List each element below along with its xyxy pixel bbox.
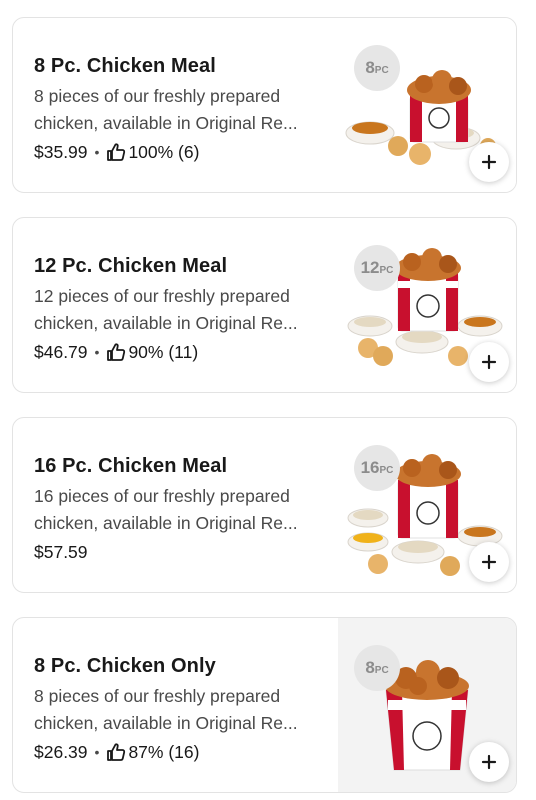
menu-item-text: 16 Pc. Chicken Meal 16 pieces of our fre… — [34, 452, 334, 565]
badge-number: 8 — [365, 658, 375, 677]
menu-item-text: 8 Pc. Chicken Meal 8 pieces of our fresh… — [34, 52, 334, 165]
add-to-cart-button[interactable] — [469, 742, 509, 782]
menu-item-description-line1: 12 pieces of our freshly prepared — [34, 286, 290, 306]
badge-number: 16 — [360, 458, 380, 477]
badge-unit: PC — [379, 464, 394, 476]
menu-item-description-line2: chicken, available in Original Re... — [34, 113, 298, 133]
badge-unit: PC — [379, 264, 394, 276]
menu-item-description-line2: chicken, available in Original Re... — [34, 513, 298, 533]
menu-item-text: 12 Pc. Chicken Meal 12 pieces of our fre… — [34, 252, 334, 365]
menu-item-price: $46.79 — [34, 342, 88, 362]
piece-count-badge: 12 PC — [354, 245, 400, 291]
menu-item-title: 12 Pc. Chicken Meal — [34, 255, 228, 277]
menu-item-description: 8 pieces of our freshly prepared chicken… — [34, 683, 334, 737]
menu-item-meta: $46.79 • 90% (11) — [34, 339, 334, 365]
menu-item-image: 8 PC — [338, 618, 516, 792]
menu-item-description: 16 pieces of our freshly prepared chicke… — [34, 483, 334, 537]
badge-number: 8 — [365, 58, 375, 77]
menu-item-image: 8 PC — [338, 18, 516, 192]
menu-item-meta: $35.99 • 100% (6) — [34, 139, 334, 165]
menu-item-description-line1: 8 pieces of our freshly prepared — [34, 86, 281, 106]
menu-item-image: 12 PC — [338, 218, 516, 392]
menu-item-title: 16 Pc. Chicken Meal — [34, 455, 228, 477]
piece-count-badge: 8 PC — [354, 645, 400, 691]
plus-icon — [481, 754, 497, 770]
menu-item-meta: $57.59 — [34, 539, 334, 565]
menu-item-description-line2: chicken, available in Original Re... — [34, 713, 298, 733]
menu-item-card[interactable]: 8 Pc. Chicken Meal 8 pieces of our fresh… — [12, 17, 517, 193]
menu-item-title: 8 Pc. Chicken Meal — [34, 55, 216, 77]
menu-item-image: 16 PC — [338, 418, 516, 592]
add-to-cart-button[interactable] — [469, 142, 509, 182]
menu-item-description: 8 pieces of our freshly prepared chicken… — [34, 83, 334, 137]
piece-count-badge: 8 PC — [354, 45, 400, 91]
menu-item-price: $35.99 — [34, 142, 88, 162]
separator-dot: • — [94, 144, 100, 160]
add-to-cart-button[interactable] — [469, 542, 509, 582]
piece-count-badge: 16 PC — [354, 445, 400, 491]
menu-item-card[interactable]: 16 Pc. Chicken Meal 16 pieces of our fre… — [12, 417, 517, 593]
menu-item-text: 8 Pc. Chicken Only 8 pieces of our fresh… — [34, 652, 334, 765]
menu-item-description-line1: 16 pieces of our freshly prepared — [34, 486, 290, 506]
badge-number: 12 — [360, 258, 380, 277]
menu-item-rating: 87% (16) — [128, 742, 200, 762]
menu-item-description-line1: 8 pieces of our freshly prepared — [34, 686, 281, 706]
menu-item-card[interactable]: 8 Pc. Chicken Only 8 pieces of our fresh… — [12, 617, 517, 793]
plus-icon — [481, 354, 497, 370]
menu-item-meta: $26.39 • 87% (16) — [34, 739, 334, 765]
menu-item-price: $57.59 — [34, 542, 88, 562]
badge-unit: PC — [374, 64, 389, 76]
plus-icon — [481, 154, 497, 170]
menu-item-list: 8 Pc. Chicken Meal 8 pieces of our fresh… — [0, 0, 536, 800]
menu-item-description: 12 pieces of our freshly prepared chicke… — [34, 283, 334, 337]
add-to-cart-button[interactable] — [469, 342, 509, 382]
plus-icon — [481, 554, 497, 570]
menu-item-card[interactable]: 12 Pc. Chicken Meal 12 pieces of our fre… — [12, 217, 517, 393]
menu-item-price: $26.39 — [34, 742, 88, 762]
menu-item-description-line2: chicken, available in Original Re... — [34, 313, 298, 333]
badge-unit: PC — [374, 664, 389, 676]
thumbs-up-icon — [106, 742, 126, 762]
menu-item-rating: 90% (11) — [128, 342, 199, 362]
separator-dot: • — [94, 344, 100, 360]
menu-item-title: 8 Pc. Chicken Only — [34, 655, 216, 677]
thumbs-up-icon — [106, 342, 126, 362]
separator-dot: • — [94, 744, 100, 760]
thumbs-up-icon — [106, 142, 126, 162]
menu-item-rating: 100% (6) — [128, 142, 200, 162]
